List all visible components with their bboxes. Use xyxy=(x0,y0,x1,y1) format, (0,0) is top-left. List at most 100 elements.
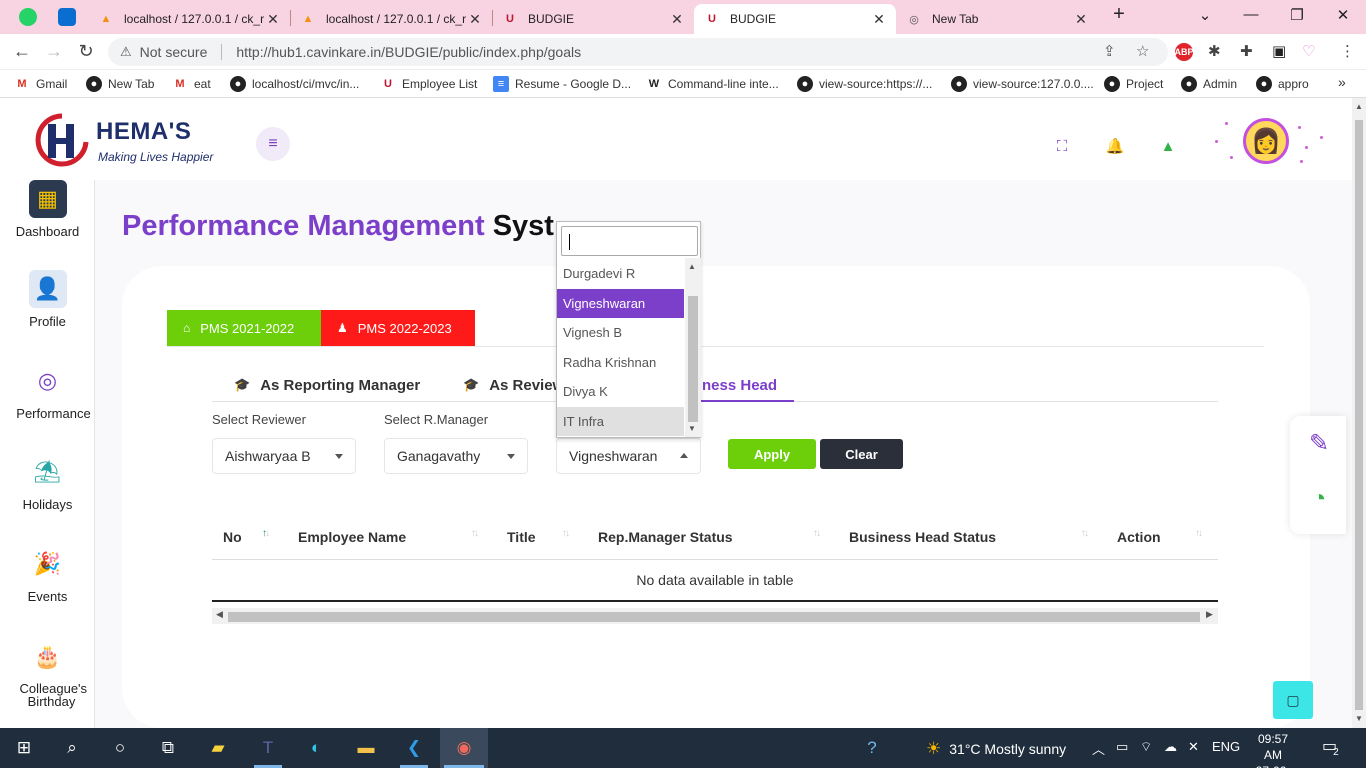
user-avatar[interactable]: 👩 xyxy=(1243,118,1289,164)
close-window-button[interactable]: ✕ xyxy=(1328,6,1358,24)
network-icon[interactable]: ⌔ xyxy=(1140,739,1152,755)
tray-chevron-icon[interactable]: ︿ xyxy=(1092,739,1105,758)
browser-tab-3[interactable]: U BUDGIE ✕ xyxy=(492,4,694,34)
dropdown-option[interactable]: Divya K xyxy=(557,377,684,406)
more-bookmarks-button[interactable]: » xyxy=(1338,74,1346,90)
reviewer-select[interactable]: Aishwaryaa B xyxy=(212,438,356,474)
windows-start-icon[interactable]: ⊞ xyxy=(12,736,36,760)
tab-search-icon[interactable]: ⌄ xyxy=(1190,6,1220,24)
tools-icon[interactable]: ✎ xyxy=(1304,428,1334,458)
sort-icon[interactable]: ↑↓ xyxy=(562,528,570,539)
bookmark-admin[interactable]: ● Admin xyxy=(1181,76,1237,92)
new-tab-button[interactable]: + xyxy=(1104,3,1134,26)
sidebar-item-events[interactable]: 🎉 Events xyxy=(0,545,95,604)
chat-button[interactable]: ▢ xyxy=(1273,681,1313,719)
chrome-icon[interactable]: ◉ xyxy=(452,736,476,760)
menu-kebab-icon[interactable]: ⋮ xyxy=(1340,42,1355,60)
outlook-icon[interactable] xyxy=(58,8,76,26)
dropdown-option[interactable]: IT Infra xyxy=(557,407,684,436)
forward-button[interactable]: → xyxy=(42,41,66,62)
sidebar-item-profile[interactable]: 👤 Profile xyxy=(0,270,95,329)
bookmark-star-icon[interactable]: ☆ xyxy=(1136,42,1149,60)
company-logo[interactable]: HEMA'S Making Lives Happier xyxy=(30,110,230,170)
close-tab-icon[interactable]: ✕ xyxy=(670,11,684,28)
bookmark-resume[interactable]: ≡ Resume - Google D... xyxy=(493,76,631,92)
browser-tab-5[interactable]: ◎ New Tab ✕ xyxy=(896,4,1098,34)
sidebar-item-dashboard[interactable]: ▦ Dashboard xyxy=(0,180,95,239)
language-indicator[interactable]: ENG xyxy=(1212,739,1240,754)
file-explorer-icon[interactable]: ▬ xyxy=(354,736,378,760)
column-header-employee-name[interactable]: Employee Name xyxy=(298,529,406,545)
weather-widget[interactable]: ☀ 31°C Mostly sunny xyxy=(926,739,1066,759)
bookmark-project[interactable]: ● Project xyxy=(1104,76,1163,92)
share-icon[interactable]: ⇪ xyxy=(1103,42,1116,60)
tab-reviewer[interactable]: 🎓 As Review xyxy=(463,370,564,400)
scroll-up-icon[interactable]: ▲ xyxy=(1355,102,1363,111)
apply-button[interactable]: Apply xyxy=(728,439,816,469)
back-button[interactable]: ← xyxy=(10,41,34,62)
tab-pms-2021-2022[interactable]: ⌂ PMS 2021-2022 xyxy=(167,310,321,346)
whatsapp-icon[interactable] xyxy=(19,8,37,26)
bookmark-view-source-2[interactable]: ● view-source:127.0.0.... xyxy=(951,76,1094,92)
column-header-business-head-status[interactable]: Business Head Status xyxy=(849,529,996,545)
dropdown-option[interactable]: Vignesh B xyxy=(557,318,684,347)
bookmark-newtab[interactable]: ● New Tab xyxy=(86,76,154,92)
rmanager-select[interactable]: Ganagavathy xyxy=(384,438,528,474)
sort-icon[interactable]: ↑↓ xyxy=(1195,528,1203,539)
browser-tab-2[interactable]: ▲ localhost / 127.0.0.1 / ck_r ✕ xyxy=(290,4,492,34)
scrollbar-thumb[interactable] xyxy=(688,296,698,422)
browser-tab-4[interactable]: U BUDGIE ✕ xyxy=(694,4,896,34)
search-icon[interactable]: ⌕ xyxy=(60,736,84,760)
extensions-puzzle-icon[interactable]: ✚ xyxy=(1240,42,1253,60)
scroll-up-icon[interactable]: ▲ xyxy=(688,262,696,271)
profile-heart-icon[interactable]: ♡ xyxy=(1302,42,1315,60)
maximize-button[interactable]: ❐ xyxy=(1282,6,1312,24)
sidebar-item-birthday[interactable]: 🎂 Colleague's Birthday xyxy=(0,638,95,708)
menu-toggle-icon[interactable]: ≡ xyxy=(256,127,290,161)
dropdown-option[interactable]: Durgadevi R xyxy=(557,259,684,288)
adblock-icon[interactable]: ABP xyxy=(1175,43,1194,61)
task-view-icon[interactable]: ⧉ xyxy=(156,736,180,760)
horizontal-scrollbar[interactable]: ◀ ▶ xyxy=(212,608,1218,624)
clear-button[interactable]: Clear xyxy=(820,439,903,469)
bookmark-localhost[interactable]: ● localhost/ci/mvc/in... xyxy=(230,76,359,92)
bookmark-appro[interactable]: ● appro xyxy=(1256,76,1309,92)
vscode-icon[interactable]: ❮ xyxy=(402,736,426,760)
bookmark-command-line[interactable]: W Command-line inte... xyxy=(646,76,779,92)
url-bar[interactable]: ⚠ Not secure http://hub1.cavinkare.in/BU… xyxy=(108,38,1168,66)
image-gallery-icon[interactable]: ▲ xyxy=(1158,136,1178,156)
edge-icon[interactable]: ◐ xyxy=(304,736,328,760)
bookmark-employee-list[interactable]: U Employee List xyxy=(380,76,477,92)
scroll-right-icon[interactable]: ▶ xyxy=(1206,609,1213,620)
browser-tab-1[interactable]: ▲ localhost / 127.0.0.1 / ck_r ✕ xyxy=(88,4,290,34)
volume-muted-icon[interactable]: ✕ xyxy=(1188,739,1199,755)
sort-icon[interactable]: ↑↓ xyxy=(262,528,270,539)
scroll-down-icon[interactable]: ▼ xyxy=(1355,714,1363,723)
notification-bell-icon[interactable]: 🔔 xyxy=(1105,136,1125,156)
column-header-action[interactable]: Action xyxy=(1117,529,1161,545)
minimize-button[interactable]: — xyxy=(1236,6,1266,23)
close-tab-icon[interactable]: ✕ xyxy=(1074,11,1088,28)
close-tab-icon[interactable]: ✕ xyxy=(266,11,280,28)
notification-center-icon[interactable]: ▭2 xyxy=(1322,736,1343,758)
sidebar-item-performance[interactable]: ◎ Performance xyxy=(0,362,95,421)
bookmark-gmail[interactable]: M Gmail xyxy=(14,76,67,92)
column-header-no[interactable]: No xyxy=(223,529,242,545)
system-clock[interactable]: 09:57 AM 27-06-2022 xyxy=(1248,731,1298,768)
sort-icon[interactable]: ↑↓ xyxy=(471,528,479,539)
cloud-icon[interactable]: ☁ xyxy=(1164,739,1177,755)
scrollbar-thumb[interactable] xyxy=(228,612,1200,622)
scroll-down-icon[interactable]: ▼ xyxy=(688,424,696,433)
dropdown-option[interactable]: Radha Krishnan xyxy=(557,348,684,377)
gauge-icon[interactable]: ◔ xyxy=(1304,484,1334,514)
column-header-rep-manager-status[interactable]: Rep.Manager Status xyxy=(598,529,733,545)
bookmark-view-source-1[interactable]: ● view-source:https://... xyxy=(797,76,932,92)
scroll-left-icon[interactable]: ◀ xyxy=(216,609,223,620)
reload-button[interactable]: ↻ xyxy=(74,41,98,62)
scrollbar-thumb[interactable] xyxy=(1355,120,1363,710)
sort-icon[interactable]: ↑↓ xyxy=(1081,528,1089,539)
bookmark-eat[interactable]: Meat xyxy=(172,76,210,92)
side-panel-icon[interactable]: ▣ xyxy=(1272,42,1286,60)
page-vertical-scrollbar[interactable]: ▲ ▼ xyxy=(1352,98,1366,728)
extension-bug-icon[interactable]: ✱ xyxy=(1208,42,1221,60)
